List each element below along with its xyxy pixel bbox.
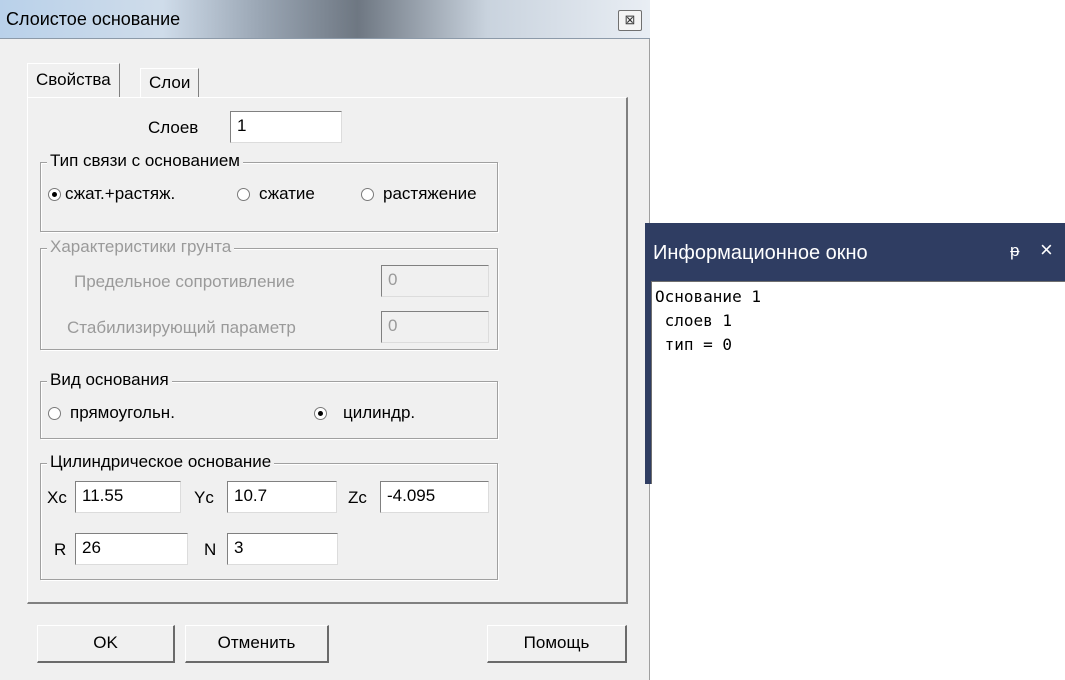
tab-properties[interactable]: Свойства [27, 63, 120, 97]
close-icon: ⊠ [624, 12, 636, 27]
zc-label: Zc [348, 488, 367, 507]
bond-type-title: Тип связи с основанием [47, 151, 243, 171]
ok-button[interactable]: OK [37, 625, 175, 663]
soil-group-title: Характеристики грунта [47, 237, 235, 257]
limit-resistance-input[interactable]: 0 [381, 265, 489, 297]
info-window: Информационное окно ᵽ × Основание 1 слое… [645, 223, 1065, 484]
layers-input[interactable]: 1 [230, 111, 342, 143]
radio-compress-tension[interactable] [48, 188, 61, 201]
dialog-titlebar[interactable]: Слоистое основание ⊠ [0, 0, 650, 39]
close-icon[interactable]: × [1040, 237, 1053, 263]
n-label: N [204, 540, 217, 559]
radio-compress-tension-label[interactable]: сжат.+растяж. [65, 184, 175, 204]
tab-layers[interactable]: Слои [140, 68, 200, 98]
r-input[interactable]: 26 [75, 533, 188, 565]
layers-label: Слоев [148, 118, 199, 137]
info-window-title: Информационное окно [653, 242, 868, 264]
info-line: тип = 0 [655, 335, 733, 354]
radio-cylindrical[interactable] [314, 407, 327, 420]
help-button[interactable]: Помощь [487, 625, 627, 663]
info-line: слоев 1 [655, 311, 733, 330]
radio-tension-label[interactable]: растяжение [383, 184, 477, 204]
n-input[interactable]: 3 [227, 533, 338, 565]
radio-compression[interactable] [237, 188, 250, 201]
radio-cylindrical-label[interactable]: цилиндр. [343, 403, 415, 423]
layered-base-dialog: Слоистое основание ⊠ Свойства Слои Слоев… [0, 0, 650, 680]
base-type-title: Вид основания [47, 370, 172, 390]
radio-tension[interactable] [361, 188, 374, 201]
r-label: R [54, 540, 67, 559]
info-window-content[interactable]: Основание 1 слоев 1 тип = 0 [651, 281, 1065, 484]
dialog-title: Слоистое основание [6, 9, 181, 29]
cylindrical-title: Цилиндрическое основание [47, 452, 275, 472]
close-button[interactable]: ⊠ [618, 10, 642, 31]
radio-compression-label[interactable]: сжатие [259, 184, 315, 204]
zc-input[interactable]: -4.095 [380, 481, 489, 513]
stabilizing-param-label: Стабилизирующий параметр [67, 318, 296, 337]
yc-label: Yc [194, 488, 214, 507]
xc-label: Xc [47, 488, 67, 507]
pin-icon[interactable]: ᵽ [1010, 241, 1019, 261]
info-line: Основание 1 [655, 287, 761, 306]
limit-resistance-label: Предельное сопротивление [74, 272, 295, 291]
stabilizing-param-input[interactable]: 0 [381, 311, 489, 343]
radio-rectangular[interactable] [48, 407, 61, 420]
radio-rectangular-label[interactable]: прямоугольн. [70, 403, 175, 423]
xc-input[interactable]: 11.55 [75, 481, 181, 513]
cancel-button[interactable]: Отменить [185, 625, 329, 663]
yc-input[interactable]: 10.7 [227, 481, 337, 513]
